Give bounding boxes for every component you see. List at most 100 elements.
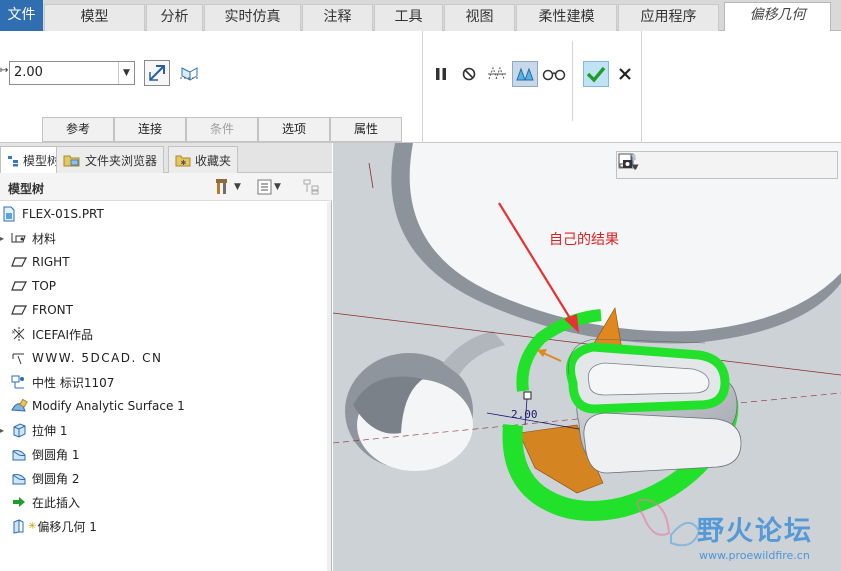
favorites-icon: ✱ xyxy=(175,155,191,167)
verify-mode-button[interactable] xyxy=(541,61,567,87)
navigator-tabs: 模型树 文件夹浏览器 ✱ 收藏夹 xyxy=(0,143,332,174)
tree-item-label: TOP xyxy=(32,279,57,293)
chevron-down-icon: ▼ xyxy=(234,182,241,192)
connected-preview-icon xyxy=(516,67,534,81)
offset-value-text: 2.00 xyxy=(14,65,43,80)
ribbon-separator xyxy=(422,31,423,143)
tree-item-offset-geometry[interactable]: ✳ 偏移几何 1 xyxy=(0,514,330,538)
graphics-viewport[interactable]: ▼ ▼ ▼ ▼ 自己的结果 2.00 野火论坛 www.proewildfire… xyxy=(333,143,841,571)
tree-scrollbar[interactable] xyxy=(327,202,331,571)
no-preview-button[interactable] xyxy=(456,61,482,87)
separate-preview-button[interactable] xyxy=(484,61,510,87)
forum-watermark: 野火论坛 www.proewildfire.cn xyxy=(629,505,841,571)
tab-view[interactable]: 视图 xyxy=(444,4,515,31)
datum-plane-icon xyxy=(10,301,28,319)
subtab-properties[interactable]: 属性 xyxy=(330,117,402,142)
tab-favorites-label: 收藏夹 xyxy=(195,153,232,168)
tab-favorites[interactable]: ✱ 收藏夹 xyxy=(168,146,239,173)
tree-item-tag[interactable]: 中性 标识1107 xyxy=(0,370,330,394)
zoom-in-button[interactable] xyxy=(618,153,671,176)
tree-item-label: RIGHT xyxy=(32,255,70,269)
tree-item-label: 在此插入 xyxy=(32,495,81,510)
datum-plane-icon xyxy=(10,253,28,271)
glasses-icon xyxy=(542,69,566,81)
subtab-conditions: 条件 xyxy=(186,117,258,142)
model-tree-title: 模型树 xyxy=(8,182,45,196)
model-tree-icon xyxy=(8,155,18,166)
datum-display-icon: ▼ xyxy=(618,153,639,170)
tree-item-right[interactable]: RIGHT xyxy=(0,250,330,274)
tree-item-note[interactable]: WWW. 5DCAD. CN xyxy=(0,346,330,370)
tree-item-top[interactable]: TOP xyxy=(0,274,330,298)
folder-browser-icon xyxy=(63,155,80,167)
tree-item-part[interactable]: FLEX-01S.PRT xyxy=(0,202,330,226)
show-button[interactable]: ▼ xyxy=(256,177,281,197)
flip-direction-button[interactable] xyxy=(144,60,170,86)
tab-model[interactable]: 模型 xyxy=(44,4,145,31)
extrude-icon xyxy=(10,421,28,439)
tree-item-label: Modify Analytic Surface 1 xyxy=(32,399,185,413)
pause-button[interactable] xyxy=(428,61,454,87)
tab-folder-browser[interactable]: 文件夹浏览器 xyxy=(56,146,165,173)
ok-button[interactable] xyxy=(583,61,609,87)
offset-dimension-label[interactable]: 2.00 xyxy=(511,408,538,421)
tab-tools[interactable]: 工具 xyxy=(374,4,443,31)
cancel-button[interactable] xyxy=(612,61,638,87)
subtab-references[interactable]: 参考 xyxy=(42,117,114,142)
settings-button[interactable]: ▼ xyxy=(214,177,241,197)
checkmark-icon xyxy=(586,66,606,83)
tree-item-extrude[interactable]: ▸ 拉伸 1 xyxy=(0,418,330,442)
note-icon xyxy=(10,349,28,367)
offset-side-button[interactable] xyxy=(176,60,202,86)
datum-display-button[interactable]: ▼ xyxy=(618,153,827,176)
ribbon-separator xyxy=(572,41,573,121)
drag-handle[interactable] xyxy=(523,391,532,400)
tab-realtime-simulation[interactable]: 实时仿真 xyxy=(204,4,301,31)
tree-item-csys[interactable]: × ICEFAI作品 xyxy=(0,322,330,346)
material-icon xyxy=(10,229,28,247)
tab-file[interactable]: 文件 xyxy=(0,0,43,31)
ribbon-tab-bar: 文件 模型 分析 实时仿真 注释 工具 视图 柔性建模 应用程序 偏移几何 xyxy=(0,0,841,32)
tab-analysis[interactable]: 分析 xyxy=(146,4,203,31)
tree-item-round-2[interactable]: 倒圆角 2 xyxy=(0,466,330,490)
filter-button[interactable] xyxy=(302,177,322,197)
chevron-down-icon: ▼ xyxy=(274,182,281,192)
tab-applications[interactable]: 应用程序 xyxy=(618,4,719,31)
subtab-connections[interactable]: 连接 xyxy=(114,117,186,142)
saved-orientations-button[interactable]: ▼ xyxy=(619,153,775,176)
subtab-options[interactable]: 选项 xyxy=(258,117,330,142)
watermark-title: 野火论坛 xyxy=(697,516,813,547)
tree-item-label: 倒圆角 1 xyxy=(32,447,80,462)
close-icon xyxy=(619,68,631,80)
tree-item-material[interactable]: ▸ 材料 xyxy=(0,226,330,250)
tree-item-insert-here[interactable]: 在此插入 xyxy=(0,490,330,514)
tab-flexible-modeling[interactable]: 柔性建模 xyxy=(516,4,617,31)
offset-value-combo[interactable]: 2.00 ▼ xyxy=(9,61,135,85)
tree-item-label: 中性 标识1107 xyxy=(32,375,115,390)
tree-item-modify-surface[interactable]: Modify Analytic Surface 1 xyxy=(0,394,330,418)
tree-item-label: FLEX-01S.PRT xyxy=(22,207,104,221)
connected-preview-button[interactable] xyxy=(512,61,538,87)
expand-arrow-icon[interactable]: ▸ xyxy=(0,234,8,243)
tag-icon xyxy=(10,373,28,391)
tree-item-front[interactable]: FRONT xyxy=(0,298,330,322)
svg-text:×: × xyxy=(11,329,16,336)
tree-item-label: WWW. 5DCAD. CN xyxy=(32,351,163,365)
expand-arrow-icon[interactable]: ▸ xyxy=(0,426,8,435)
tab-offset-geometry[interactable]: 偏移几何 xyxy=(724,2,831,32)
tab-annotate[interactable]: 注释 xyxy=(302,4,373,31)
tools-icon xyxy=(216,179,227,194)
tab-folder-browser-label: 文件夹浏览器 xyxy=(85,153,158,168)
tree-item-round-1[interactable]: 倒圆角 1 xyxy=(0,442,330,466)
tree-filter-icon xyxy=(303,179,319,195)
display-style-button[interactable]: ▼ xyxy=(619,154,749,176)
view-manager-button[interactable]: ▼ xyxy=(619,154,801,176)
offset-value-label: ↦ xyxy=(0,65,9,76)
repaint-button[interactable] xyxy=(618,153,723,176)
zoom-out-button[interactable] xyxy=(618,153,697,176)
app-window: 文件 模型 分析 实时仿真 注释 工具 视图 柔性建模 应用程序 偏移几何 ↦ … xyxy=(0,0,841,571)
lower-slot xyxy=(583,412,742,474)
model-tree: FLEX-01S.PRT ▸ 材料 RIGHT TOP FRONT × ICEF… xyxy=(0,202,330,538)
chevron-down-icon[interactable]: ▼ xyxy=(118,62,134,84)
round-icon xyxy=(10,469,28,487)
